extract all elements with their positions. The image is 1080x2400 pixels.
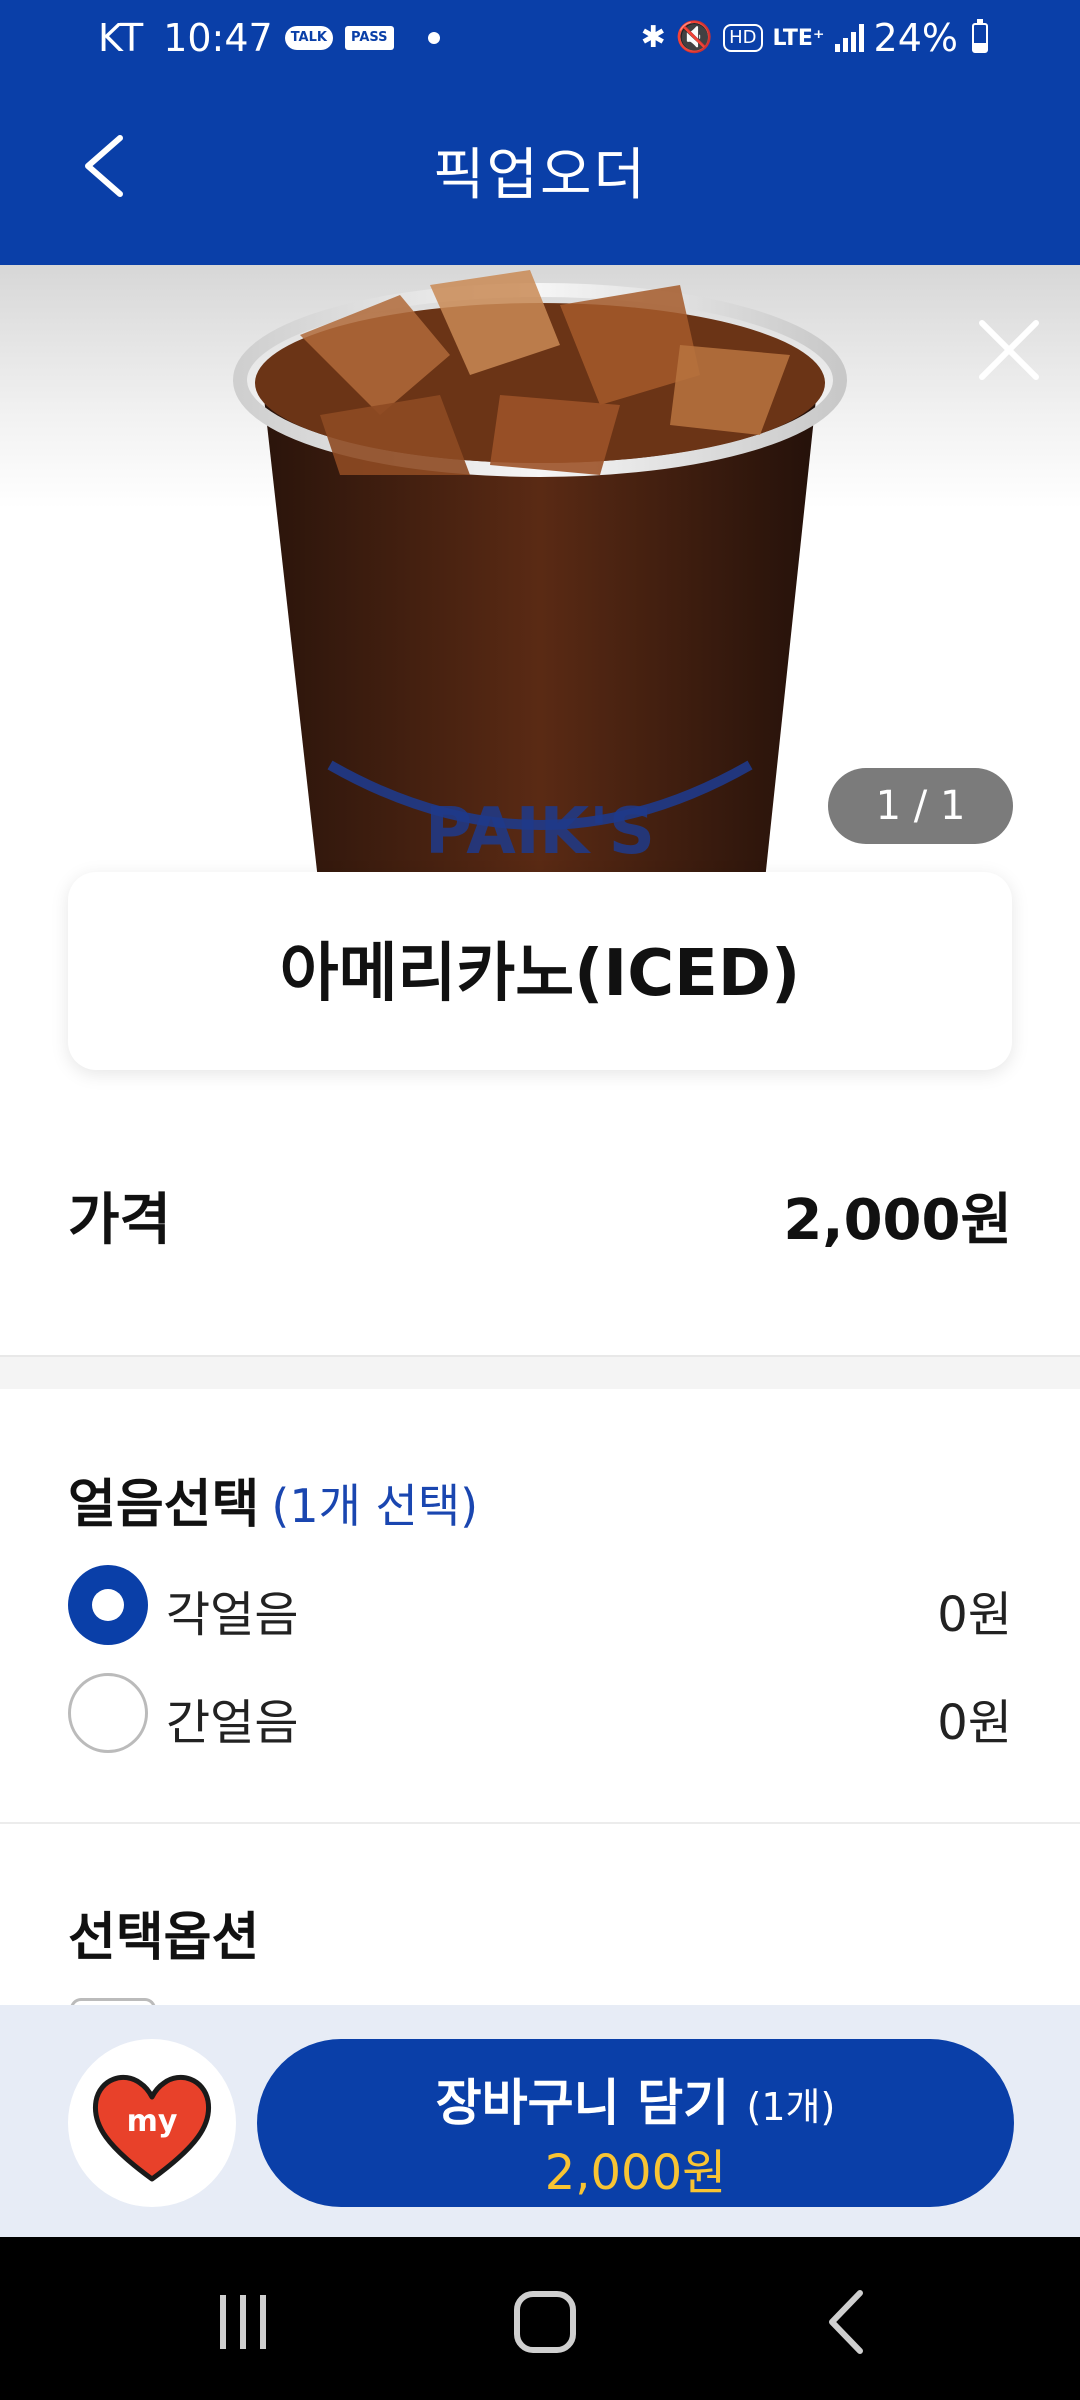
- my-menu-button[interactable]: my: [68, 2039, 236, 2207]
- bottom-action-bar: my 장바구니 담기 (1개) 2,000원: [0, 2005, 1080, 2237]
- heart-my-icon: my: [92, 2074, 212, 2182]
- cart-count: (1개): [746, 2085, 836, 2129]
- ice-section-subtitle: (1개 선택): [271, 1479, 479, 1533]
- price-value: 2,000원: [783, 1188, 1012, 1253]
- cart-button-label: 장바구니 담기 (1개): [257, 2063, 1014, 2135]
- home-icon: [514, 2291, 576, 2353]
- page-title: 픽업오더: [432, 143, 648, 208]
- status-right: ✱ 🔇 HD LTE⁺ 24%: [641, 16, 988, 60]
- recents-button[interactable]: [198, 2287, 288, 2357]
- radio-button-selected[interactable]: [68, 1565, 148, 1645]
- lte-icon: LTE⁺: [772, 25, 825, 51]
- battery-percent: 24%: [873, 16, 958, 60]
- option-price: 0원: [937, 1695, 1012, 1751]
- product-name: 아메리카노(ICED): [279, 937, 801, 1011]
- carrier-label: KT: [98, 16, 144, 60]
- add-to-cart-button[interactable]: 장바구니 담기 (1개) 2,000원: [257, 2039, 1014, 2207]
- status-bar: KT 10:47 TALK PASS ✱ 🔇 HD LTE⁺ 24%: [0, 0, 1080, 80]
- product-name-card: 아메리카노(ICED): [68, 872, 1012, 1070]
- pass-icon: PASS: [344, 26, 394, 50]
- kakaotalk-icon: TALK: [284, 26, 333, 50]
- image-counter-badge: 1 / 1: [828, 768, 1013, 844]
- option-label: 간얼음: [166, 1695, 299, 1751]
- time-label: 10:47: [163, 16, 273, 60]
- ice-option-cubed[interactable]: 각얼음 0원: [68, 1565, 1012, 1645]
- bluetooth-icon: ✱: [640, 20, 666, 55]
- ice-option-crushed[interactable]: 간얼음 0원: [68, 1673, 1012, 1753]
- hd-icon: HD: [723, 24, 763, 52]
- home-button[interactable]: [500, 2287, 590, 2357]
- section-divider: [0, 1355, 1080, 1389]
- system-nav-bar: [0, 2237, 1080, 2400]
- ice-section-label: 얼음선택: [68, 1475, 260, 1535]
- product-image-carousel[interactable]: PAIK'S 1 / 1: [0, 265, 1080, 875]
- options-section-title: 선택옵션: [68, 1908, 260, 1968]
- option-price: 0원: [937, 1587, 1012, 1643]
- cart-label: 장바구니 담기: [435, 2074, 730, 2132]
- close-icon: [979, 320, 1039, 380]
- recents-icon: [220, 2295, 266, 2349]
- ice-section-title: 얼음선택 (1개 선택): [68, 1462, 478, 1537]
- section-divider: [0, 1822, 1080, 1824]
- my-label: my: [127, 2104, 178, 2139]
- signal-icon: [834, 24, 864, 52]
- svg-text:PAIK'S: PAIK'S: [425, 795, 655, 869]
- status-left: KT 10:47 TALK PASS: [98, 16, 440, 60]
- option-label: 각얼음: [166, 1587, 299, 1643]
- price-row: 가격 2,000원: [68, 1175, 1012, 1255]
- radio-button[interactable]: [68, 1673, 148, 1753]
- app-header: 픽업오더: [0, 80, 1080, 265]
- notification-dot-icon: [427, 32, 440, 44]
- back-arrow-icon: [829, 2290, 863, 2354]
- battery-icon: [972, 19, 988, 53]
- price-label: 가격: [68, 1188, 172, 1253]
- cart-price: 2,000원: [544, 2145, 727, 2201]
- system-back-button[interactable]: [802, 2287, 892, 2357]
- mute-icon: 🔇: [675, 20, 714, 55]
- close-button[interactable]: [974, 315, 1044, 385]
